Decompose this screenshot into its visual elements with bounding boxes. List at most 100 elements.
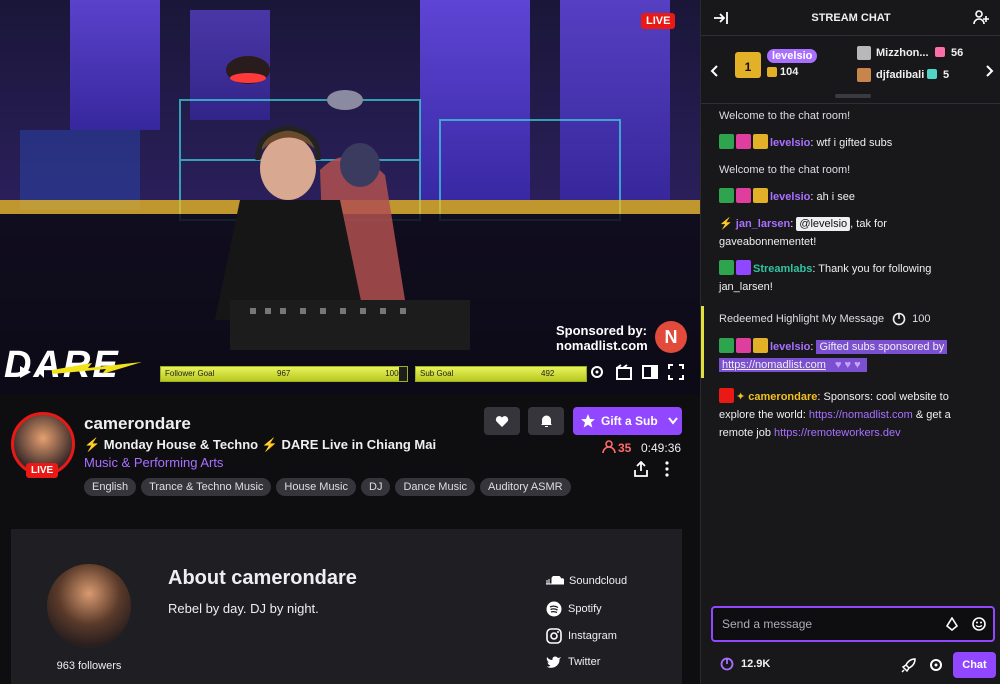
chat-text: , tak for — [850, 218, 887, 230]
spotify-icon — [546, 601, 562, 617]
emote-picker-icon[interactable] — [972, 617, 986, 631]
twitter-label: Twitter — [568, 656, 601, 668]
instagram-link[interactable]: Instagram — [546, 628, 617, 644]
chat-input-box[interactable]: Send a message — [711, 606, 995, 642]
highlight-title: Redeemed Highlight My Message — [719, 313, 885, 325]
chat-username[interactable]: camerondare — [748, 391, 817, 403]
chat-text: & get a — [912, 409, 951, 421]
chat-send-button[interactable]: Chat — [953, 652, 996, 678]
twitter-link[interactable]: Twitter — [546, 655, 600, 669]
channel-points-icon[interactable] — [720, 657, 734, 671]
channel-points-balance[interactable]: 12.9K — [741, 658, 770, 670]
heart-icon — [495, 415, 509, 427]
sub-goal-bar: Sub Goal 492 — [415, 366, 587, 382]
video-player[interactable]: LIVE Sponsored by: nomadlist.com N DARE … — [0, 0, 700, 394]
gift-sub-label: Gift a Sub — [601, 414, 658, 428]
share-icon[interactable] — [633, 461, 649, 477]
channel-name[interactable]: camerondare — [84, 414, 191, 434]
spotify-link[interactable]: Spotify — [546, 601, 602, 617]
verified-badge-icon — [719, 338, 734, 353]
third-place-icon — [857, 68, 871, 82]
chat-link[interactable]: https://nomadlist.com — [809, 409, 913, 421]
highlight-header: Redeemed Highlight My Message 100 — [719, 310, 930, 328]
clip-icon[interactable] — [616, 364, 632, 380]
more-options-icon[interactable] — [662, 461, 672, 477]
stream-category[interactable]: Music & Performing Arts — [84, 455, 223, 470]
main-column: LIVE Sponsored by: nomadlist.com N DARE … — [0, 0, 700, 684]
stream-tag[interactable]: English — [84, 478, 137, 496]
chat-username[interactable]: Streamlabs — [753, 263, 812, 275]
chat-text: remote job — [719, 427, 775, 439]
nomadlist-logo: N — [655, 321, 687, 353]
verified-badge-icon — [719, 260, 734, 275]
leaderboard-first-name[interactable]: levelsio — [767, 49, 818, 63]
follow-heart-button[interactable] — [484, 407, 520, 435]
chat-settings-gear-icon[interactable] — [928, 657, 944, 673]
leaderboard-second-name[interactable]: Mizzhon... — [876, 47, 929, 59]
sub-goal-label: Sub Goal — [420, 369, 454, 378]
live-badge: LIVE — [641, 13, 676, 29]
bell-icon — [540, 415, 552, 427]
lightning-icon — [52, 362, 142, 374]
sub-badge-icon — [736, 338, 751, 353]
sub-goal-value: 492 — [541, 369, 555, 378]
chat-message-highlighted: levelsio: Gifted subs sponsored by https:… — [719, 338, 989, 374]
notifications-button[interactable] — [528, 407, 564, 435]
system-message: Welcome to the chat room! — [719, 164, 851, 176]
stream-tag[interactable]: Trance & Techno Music — [141, 478, 272, 496]
chat-link[interactable]: https://nomadlist.com — [719, 358, 829, 372]
sponsor-overlay: Sponsored by: nomadlist.com — [556, 323, 651, 353]
bits-icon[interactable] — [945, 617, 959, 631]
instagram-icon — [546, 628, 562, 644]
chat-link[interactable]: https://remoteworkers.dev — [774, 427, 901, 439]
chat-message: levelsio: wtf i gifted subs — [719, 134, 892, 152]
stream-tag[interactable]: Auditory ASMR — [480, 478, 571, 496]
sparkle-badge-icon: ✦ — [736, 391, 746, 403]
chat-username[interactable]: levelsio — [770, 191, 810, 203]
stream-tag[interactable]: House Music — [276, 478, 356, 496]
gift-badge-icon — [753, 338, 768, 353]
gift-sub-button[interactable]: Gift a Sub — [573, 407, 682, 435]
avatar-live-badge: LIVE — [26, 463, 59, 478]
first-place-gift-icon: 1 — [735, 52, 761, 78]
chat-username[interactable]: levelsio — [770, 137, 810, 149]
chat-text: jan_larsen! — [719, 281, 773, 293]
about-bio: Rebel by day. DJ by night. — [168, 601, 319, 616]
star-icon — [581, 414, 595, 428]
verified-badge-icon — [719, 134, 734, 149]
about-title: About camerondare — [168, 567, 357, 589]
chat-message: ✦ camerondare: Sponsors: cool website to… — [719, 388, 994, 442]
chat-username[interactable]: levelsio — [770, 341, 810, 353]
channel-points-icon — [892, 312, 906, 326]
stream-title: ⚡ Monday House & Techno ⚡ DARE Live in C… — [84, 437, 437, 452]
leaderboard-third-name[interactable]: djfadibali — [876, 69, 924, 81]
settings-gear-icon[interactable] — [589, 364, 605, 380]
chat-text: explore the world: — [719, 409, 809, 421]
stream-tag[interactable]: DJ — [361, 478, 391, 496]
verified-badge-icon — [719, 188, 734, 203]
play-icon[interactable] — [18, 365, 32, 379]
gift-icon — [767, 67, 777, 77]
leaderboard-drag-handle[interactable] — [835, 94, 871, 98]
rocket-icon[interactable] — [901, 657, 917, 673]
mention-chip[interactable]: @levelsio — [796, 217, 851, 231]
leaderboard-next-icon[interactable] — [986, 65, 994, 77]
leaderboard-second-count: 56 — [951, 47, 964, 59]
community-users-icon[interactable] — [973, 10, 990, 25]
soundcloud-link[interactable]: Soundcloud — [546, 575, 627, 587]
fullscreen-icon[interactable] — [668, 364, 684, 380]
chat-username[interactable]: jan_larsen — [736, 218, 790, 230]
viewer-count: 35 — [618, 441, 632, 455]
soundcloud-label: Soundcloud — [569, 575, 628, 587]
stream-tag[interactable]: Dance Music — [395, 478, 476, 496]
chat-text: : wtf i gifted subs — [810, 137, 893, 149]
follower-count: 963 followers — [56, 660, 122, 672]
follower-goal-value: 967 — [277, 369, 291, 378]
gift-badge-icon — [753, 188, 768, 203]
theatre-mode-icon[interactable] — [642, 364, 658, 380]
chat-header-title: STREAM CHAT — [811, 12, 891, 24]
volume-icon[interactable] — [36, 365, 52, 379]
leaderboard-prev-icon[interactable] — [710, 65, 718, 77]
about-panel: 963 followers About camerondare Rebel by… — [11, 529, 682, 684]
spotify-label: Spotify — [568, 603, 602, 615]
